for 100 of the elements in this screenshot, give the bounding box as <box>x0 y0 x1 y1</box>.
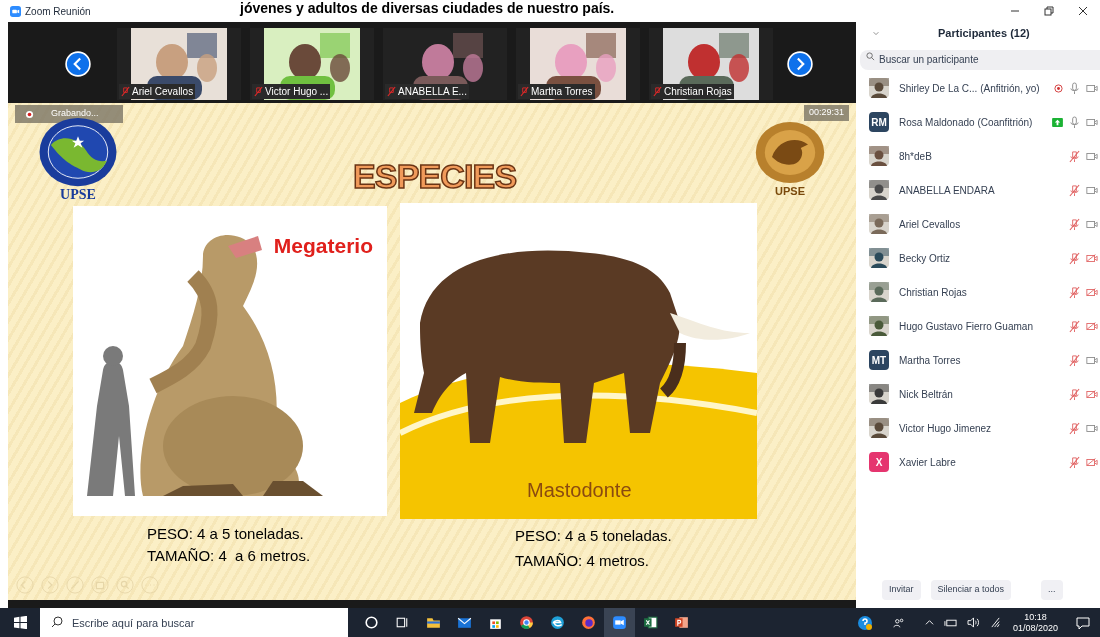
participant-name: Becky Ortiz <box>899 251 951 266</box>
clock-time: 10:18 <box>1024 611 1047 623</box>
help-icon[interactable] <box>856 614 873 631</box>
search-icon <box>51 616 63 628</box>
species-name: Mastodonte <box>527 478 632 503</box>
panel-title: Participantes (12) <box>938 25 1030 41</box>
battery-icon[interactable] <box>943 617 957 628</box>
participant-name: Ariel Cevallos <box>899 217 961 232</box>
participant-name: Xavier Labre <box>899 455 956 470</box>
species-size: TAMAÑO: 4 a 6 metros. <box>147 547 311 565</box>
panel-button[interactable]: Invitar <box>882 580 921 600</box>
muted-mic-icon[interactable] <box>1069 183 1080 197</box>
recording-text: Grabando... <box>51 107 99 121</box>
close-icon[interactable] <box>1078 6 1088 16</box>
muted-mic-icon[interactable] <box>1069 217 1080 231</box>
muted-mic-icon[interactable] <box>1069 455 1080 469</box>
video-camera-icon[interactable] <box>1086 83 1098 93</box>
record-icon <box>25 109 34 119</box>
participant-row[interactable]: Victor Hugo Jimenez <box>860 411 1100 445</box>
video-camera-icon[interactable] <box>1086 355 1098 365</box>
video-camera-icon[interactable] <box>1086 117 1098 127</box>
muted-mic-icon[interactable] <box>1069 285 1080 299</box>
microphone-icon[interactable] <box>1069 115 1080 129</box>
muted-mic-icon[interactable] <box>1069 387 1080 401</box>
avatar-icon <box>869 384 889 404</box>
next-page-button[interactable] <box>787 51 813 77</box>
slide-title: ESPECIES <box>353 156 517 197</box>
search-field[interactable]: Buscar un participante <box>860 49 1100 70</box>
avatar: MT <box>869 350 889 370</box>
video-camera-icon[interactable] <box>1086 219 1098 229</box>
volume-icon[interactable] <box>966 617 980 628</box>
participant-row[interactable]: MT Martha Torres <box>860 343 1100 377</box>
museum-seal-icon <box>754 121 826 184</box>
participant-row[interactable]: Becky Ortiz <box>860 241 1100 275</box>
participant-row[interactable]: Christian Rojas <box>860 275 1100 309</box>
search-icon <box>866 52 875 61</box>
avatar-icon <box>869 316 889 336</box>
microphone-icon[interactable] <box>1069 81 1080 95</box>
participant-row[interactable]: 8h*deB <box>860 139 1100 173</box>
participant-name: Martha Torres <box>531 85 593 99</box>
more-button[interactable]: ... <box>1041 580 1063 600</box>
muted-mic-icon[interactable] <box>1069 319 1080 333</box>
video-off-icon[interactable] <box>1086 457 1098 467</box>
participant-name: ANABELLA ENDARA <box>899 183 995 198</box>
participant-row[interactable]: Nick Beltrán <box>860 377 1100 411</box>
species-name: Megaterio <box>273 233 373 259</box>
app-logo-icon <box>10 5 21 17</box>
logo-text: UPSE <box>60 187 96 202</box>
participant-name: Nick Beltrán <box>899 387 953 402</box>
participant-name: Rosa Maldonado (Coanfitrión) <box>899 115 1033 130</box>
participant-row[interactable]: Ariel Cevallos <box>860 207 1100 241</box>
participant-row[interactable]: ANABELLA ENDARA <box>860 173 1100 207</box>
participant-name: Christian Rojas <box>899 285 967 300</box>
video-call-icon[interactable] <box>604 608 635 637</box>
muted-mic-icon[interactable] <box>1069 149 1080 163</box>
avatar-icon <box>869 248 889 268</box>
participant-row[interactable]: Shirley De La C... (Anfitrión, yo) <box>860 71 1100 105</box>
notifications-icon[interactable] <box>1076 615 1090 630</box>
participant-name: Shirley De La C... (Anfitrión, yo) <box>899 81 1040 96</box>
participant-name: Victor Hugo Jimenez <box>899 421 992 436</box>
chevron-up-icon[interactable] <box>924 618 934 627</box>
avatar-icon <box>869 146 889 166</box>
panel-button[interactable]: Silenciar a todos <box>930 580 1012 600</box>
species-weight: PESO: 4 a 5 toneladas. <box>515 527 672 545</box>
avatar-icon <box>869 214 889 234</box>
start-icon[interactable] <box>14 616 27 629</box>
previous-page-button[interactable] <box>65 51 91 77</box>
participant-name: Ariel Cevallos <box>132 85 194 99</box>
people-icon[interactable] <box>892 616 905 629</box>
participant-row[interactable]: RM Rosa Maldonado (Coanfitrión) <box>860 105 1100 139</box>
avatar: RM <box>869 112 889 132</box>
avatar-icon <box>869 180 889 200</box>
muted-mic-icon[interactable] <box>1069 353 1080 367</box>
species-weight: PESO: 4 a 5 toneladas. <box>147 525 305 543</box>
video-off-icon[interactable] <box>1086 253 1098 263</box>
video-off-icon[interactable] <box>1086 389 1098 399</box>
video-off-icon[interactable] <box>1086 321 1098 331</box>
video-camera-icon[interactable] <box>1086 151 1098 161</box>
taskbar-search-field[interactable]: Escribe aquí para buscar <box>40 608 348 637</box>
participant-name: Martha Torres <box>899 353 961 368</box>
video-off-icon[interactable] <box>1086 287 1098 297</box>
university-seal-icon <box>38 117 118 187</box>
participant-row[interactable]: X Xavier Labre <box>860 445 1100 479</box>
video-camera-icon[interactable] <box>1086 185 1098 195</box>
participant-name: Christian Rojas <box>664 85 732 99</box>
participant-name: Victor Hugo ... <box>265 85 329 99</box>
video-camera-icon[interactable] <box>1086 423 1098 433</box>
participant-name: ANABELLA E... <box>398 85 467 99</box>
restore-icon[interactable] <box>1044 6 1054 16</box>
logo-text: UPSE <box>775 185 805 197</box>
species-size: TAMAÑO: 4 metros. <box>515 552 650 570</box>
clock-date: 01/08/2020 <box>1012 622 1058 634</box>
avatar: X <box>869 452 889 472</box>
avatar-icon <box>869 282 889 302</box>
participant-row[interactable]: Hugo Gustavo Fierro Guaman <box>860 309 1100 343</box>
network-icon[interactable] <box>989 617 1001 628</box>
muted-mic-icon[interactable] <box>1069 421 1080 435</box>
collapse-icon[interactable] <box>872 29 880 37</box>
avatar-icon <box>869 78 889 98</box>
muted-mic-icon[interactable] <box>1069 251 1080 265</box>
